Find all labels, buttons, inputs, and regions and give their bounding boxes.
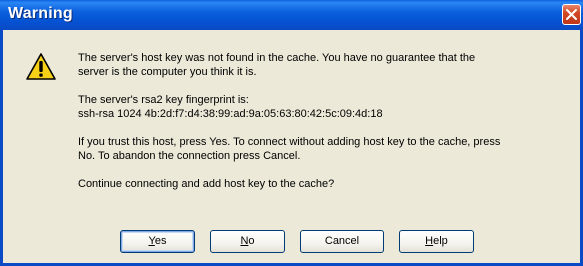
message-line-3b: No. To abandon the connection press Canc… — [78, 150, 301, 162]
cancel-button[interactable]: Cancel — [300, 230, 384, 253]
message-line-3a: If you trust this host, press Yes. To co… — [78, 136, 501, 148]
close-button[interactable] — [562, 4, 581, 25]
warning-icon — [26, 53, 56, 80]
yes-label: es — [154, 235, 167, 247]
confirm-question: Continue connecting and add host key to … — [78, 178, 335, 190]
warning-dialog: Warning The server's host key was not fo… — [0, 0, 583, 266]
yes-button[interactable]: Yes — [120, 230, 195, 253]
help-button[interactable]: Help — [399, 230, 474, 253]
fingerprint-label: The server's rsa2 key fingerprint is: — [78, 94, 249, 106]
dialog-body: The server's host key was not found in t… — [0, 30, 583, 266]
cancel-label: Cancel — [324, 235, 360, 247]
close-icon — [566, 9, 577, 20]
message-line-1b: server is the computer you think it is. — [78, 66, 257, 78]
no-label: o — [248, 235, 255, 247]
title-bar[interactable]: Warning — [0, 0, 583, 30]
message-line-1a: The server's host key was not found in t… — [78, 52, 476, 64]
help-label: elp — [433, 235, 448, 247]
button-row: Yes No Cancel Help — [3, 230, 583, 256]
fingerprint-value: ssh-rsa 1024 4b:2d:f7:d4:38:99:ad:9a:05:… — [78, 108, 383, 120]
dialog-title: Warning — [8, 5, 73, 22]
no-button[interactable]: No — [210, 230, 285, 253]
help-mnemonic: H — [425, 235, 434, 247]
